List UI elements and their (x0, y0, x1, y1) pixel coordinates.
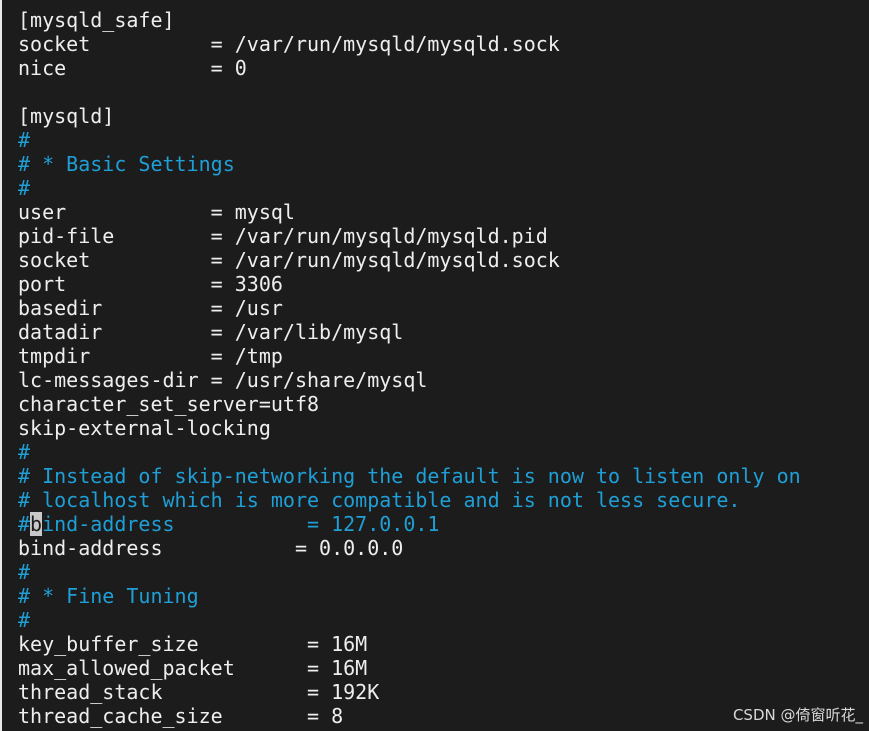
terminal-window[interactable]: [mysqld_safe] socket = /var/run/mysqld/my… (0, 0, 869, 731)
config-line: basedir = /usr (18, 296, 283, 320)
config-line: pid-file = /var/run/mysqld/mysqld.pid (18, 224, 548, 248)
config-line: socket = /var/run/mysqld/mysqld.sock (18, 32, 560, 56)
config-line: user = mysql (18, 200, 295, 224)
config-line: nice = 0 (18, 56, 247, 80)
comment-line: # (18, 560, 31, 584)
config-line (18, 80, 801, 104)
config-file-text[interactable]: [mysqld_safe] socket = /var/run/mysqld/my… (18, 8, 801, 728)
comment-line: # (18, 608, 31, 632)
config-line: key_buffer_size = 16M (18, 632, 368, 656)
comment-line: # localhost which is more compatible and… (18, 488, 741, 512)
config-line: lc-messages-dir = /usr/share/mysql (18, 368, 428, 392)
config-line: thread_stack = 192K (18, 680, 380, 704)
comment-line: # (18, 176, 31, 200)
csdn-watermark: CSDN @倚窗听花_ (732, 706, 863, 724)
config-line: tmpdir = /tmp (18, 344, 283, 368)
comment-line: #bind-address = 127.0.0.1 (18, 512, 440, 536)
config-line: thread_cache_size = 8 (18, 704, 344, 728)
comment-line: # * Basic Settings (18, 152, 235, 176)
config-line: character_set_server=utf8 (18, 392, 320, 416)
config-line: skip-external-locking (18, 416, 271, 440)
comment-line: # (18, 128, 31, 152)
comment-line: # (18, 440, 31, 464)
config-line: port = 3306 (18, 272, 283, 296)
config-line: [mysqld_safe] (18, 8, 175, 32)
config-line: [mysqld] (18, 104, 115, 128)
config-line: max_allowed_packet = 16M (18, 656, 368, 680)
comment-line: # * Fine Tuning (18, 584, 199, 608)
config-line: socket = /var/run/mysqld/mysqld.sock (18, 248, 560, 272)
text-cursor: b (30, 512, 43, 536)
comment-line: # Instead of skip-networking the default… (18, 464, 801, 488)
config-line: datadir = /var/lib/mysql (18, 320, 404, 344)
config-line: bind-address = 0.0.0.0 (18, 536, 404, 560)
